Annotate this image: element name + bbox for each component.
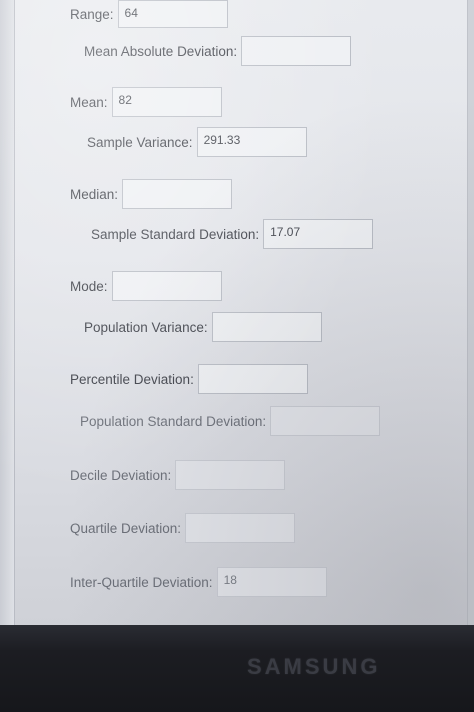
range-input[interactable]: 64	[117, 0, 228, 28]
population-variance-row: Population Variance:	[84, 312, 322, 342]
quartile-deviation-input[interactable]	[185, 513, 296, 543]
quartile-deviation-label: Quartile Deviation:	[70, 520, 182, 536]
decile-deviation-label: Decile Deviation:	[70, 467, 172, 483]
left-panel-edge	[0, 0, 15, 625]
range-row: Range: 64	[70, 0, 228, 28]
decile-deviation-input[interactable]	[175, 460, 286, 490]
sample-standard-deviation-label: Sample Standard Deviation:	[91, 226, 260, 242]
median-row: Median:	[70, 179, 233, 209]
population-standard-deviation-input[interactable]	[270, 406, 381, 436]
sample-standard-deviation-row: Sample Standard Deviation: 17.07	[91, 219, 374, 249]
sample-variance-row: Sample Variance: 291.33	[87, 127, 307, 157]
decile-deviation-row: Decile Deviation:	[70, 460, 286, 490]
monitor-bezel	[0, 625, 474, 712]
sample-variance-label: Sample Variance:	[87, 134, 193, 150]
quartile-deviation-row: Quartile Deviation:	[70, 513, 296, 543]
population-variance-label: Population Variance:	[84, 319, 208, 335]
mean-row: Mean: 82	[70, 87, 222, 117]
population-variance-input[interactable]	[211, 312, 322, 342]
mean-absolute-deviation-row: Mean Absolute Deviation:	[84, 36, 352, 66]
percentile-deviation-input[interactable]	[197, 364, 308, 394]
range-label: Range:	[70, 6, 114, 22]
median-input[interactable]	[122, 179, 233, 209]
mode-row: Mode:	[70, 271, 222, 301]
scrollbar-track[interactable]	[467, 0, 474, 625]
mean-input[interactable]: 82	[111, 87, 222, 117]
population-standard-deviation-row: Population Standard Deviation:	[80, 406, 381, 436]
monitor-screen: Range: 64 Mean Absolute Deviation: Mean:…	[0, 0, 474, 625]
sample-standard-deviation-input[interactable]: 17.07	[263, 219, 374, 249]
inter-quartile-deviation-label: Inter-Quartile Deviation:	[70, 574, 213, 590]
inter-quartile-deviation-row: Inter-Quartile Deviation: 18	[70, 567, 327, 597]
mean-absolute-deviation-input[interactable]	[241, 36, 352, 66]
inter-quartile-deviation-input[interactable]: 18	[216, 567, 327, 597]
mode-label: Mode:	[70, 278, 108, 294]
median-label: Median:	[70, 186, 119, 202]
mean-absolute-deviation-label: Mean Absolute Deviation:	[84, 43, 238, 59]
sample-variance-input[interactable]: 291.33	[196, 127, 307, 157]
mode-input[interactable]	[111, 271, 222, 301]
monitor-brand-logo: SAMSUNG	[247, 654, 381, 679]
population-standard-deviation-label: Population Standard Deviation:	[80, 413, 267, 429]
mean-label: Mean:	[70, 94, 108, 110]
percentile-deviation-row: Percentile Deviation:	[70, 364, 308, 394]
percentile-deviation-label: Percentile Deviation:	[70, 371, 194, 387]
